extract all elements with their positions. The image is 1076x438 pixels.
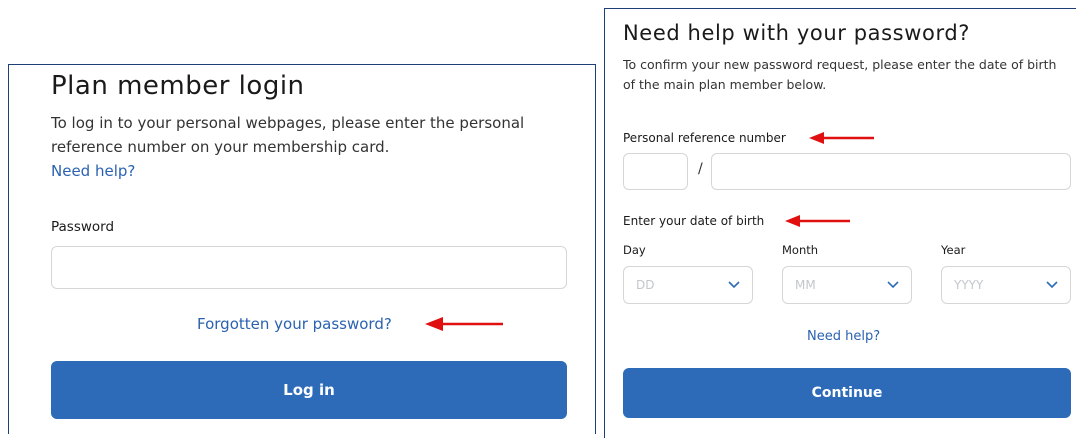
red-arrow-annotation-icon (785, 215, 850, 227)
reference-separator: / (698, 161, 703, 177)
forgotten-password-link[interactable]: Forgotten your password? (197, 315, 392, 333)
month-placeholder: MM (795, 278, 816, 292)
day-placeholder: DD (636, 278, 655, 292)
chevron-down-icon (728, 281, 740, 289)
day-select[interactable]: DD (623, 266, 753, 304)
reference-number-input[interactable] (711, 153, 1071, 190)
year-placeholder: YYYY (954, 278, 984, 292)
login-description: To log in to your personal webpages, ple… (51, 111, 551, 183)
reference-prefix-input[interactable] (623, 153, 688, 190)
login-button[interactable]: Log in (51, 361, 567, 419)
password-help-link[interactable]: Need help? (807, 329, 880, 344)
login-help-link[interactable]: Need help? (51, 162, 135, 180)
dob-label: Enter your date of birth (623, 214, 765, 228)
year-select[interactable]: YYYY (941, 266, 1071, 304)
year-label: Year (941, 243, 966, 257)
red-arrow-annotation-icon (809, 132, 874, 144)
login-description-text: To log in to your personal webpages, ple… (51, 114, 525, 156)
password-help-description: To confirm your new password request, pl… (623, 57, 1057, 92)
password-input[interactable] (51, 246, 567, 289)
password-help-title: Need help with your password? (623, 21, 970, 45)
day-label: Day (623, 243, 646, 257)
continue-button[interactable]: Continue (623, 368, 1071, 418)
chevron-down-icon (887, 281, 899, 289)
login-title: Plan member login (51, 71, 305, 101)
chevron-down-icon (1046, 281, 1058, 289)
password-label: Password (51, 219, 115, 235)
red-arrow-annotation-icon (425, 317, 503, 331)
login-panel: Plan member login To log in to your pers… (8, 64, 596, 434)
month-label: Month (782, 243, 819, 257)
month-select[interactable]: MM (782, 266, 912, 304)
password-help-panel: Need help with your password? To confirm… (604, 8, 1076, 438)
reference-number-label: Personal reference number (623, 131, 786, 145)
